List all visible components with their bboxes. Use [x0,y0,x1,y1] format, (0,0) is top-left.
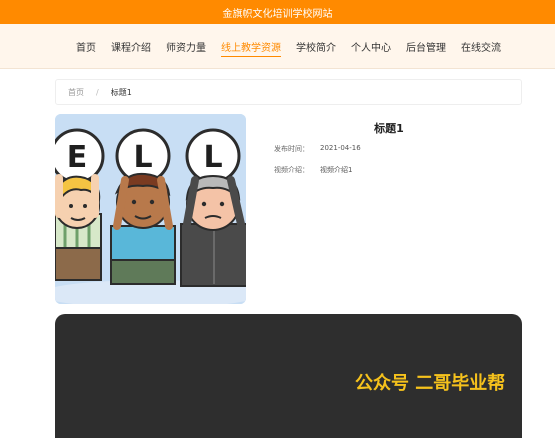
nav-item-school-intro[interactable]: 学校简介 [296,24,336,69]
video-intro-value: 视频介绍1 [320,166,353,174]
sign-letter-e: E [67,140,88,175]
breadcrumb: 首页 / 标题1 [55,79,522,105]
nav-item-teachers[interactable]: 师资力量 [166,24,206,69]
breadcrumb-home-link[interactable]: 首页 [68,87,84,98]
nav-item-online-chat[interactable]: 在线交流 [461,24,501,69]
video-intro-label: 视频介绍： [274,166,309,174]
nav-item-personal-center[interactable]: 个人中心 [351,24,391,69]
site-title: 金旗帜文化培训学校网站 [222,8,333,20]
publish-time-row: 发布时间： 2021-04-16 [274,144,361,154]
publish-time-label: 发布时间： [274,145,309,153]
video-cover-image: E L L [55,114,246,304]
video-watermark: 公众号 二哥毕业帮 [355,373,506,394]
main-navigation: 首页 课程介绍 师资力量 线上教学资源 学校简介 个人中心 后台管理 在线交流 [0,24,555,69]
nav-menu: 首页 课程介绍 师资力量 线上教学资源 学校简介 个人中心 后台管理 在线交流 [76,24,501,69]
nav-item-home[interactable]: 首页 [76,24,96,69]
nav-item-online-resources[interactable]: 线上教学资源 [221,24,281,69]
nav-item-courses[interactable]: 课程介绍 [111,24,151,69]
publish-time-value: 2021-04-16 [320,144,361,152]
sign-letter-l2: L [203,140,222,175]
breadcrumb-current: 标题1 [110,87,132,97]
breadcrumb-separator: / [96,87,99,97]
nav-item-admin[interactable]: 后台管理 [406,24,446,69]
video-player[interactable]: 公众号 二哥毕业帮 [55,314,522,438]
resource-title: 标题1 [374,122,404,135]
site-header-bar: 金旗帜文化培训学校网站 [0,0,555,24]
sign-letter-l1: L [133,140,152,175]
cartoon-characters-illustration: E L L [55,114,246,304]
video-intro-row: 视频介绍： 视频介绍1 [274,165,352,175]
